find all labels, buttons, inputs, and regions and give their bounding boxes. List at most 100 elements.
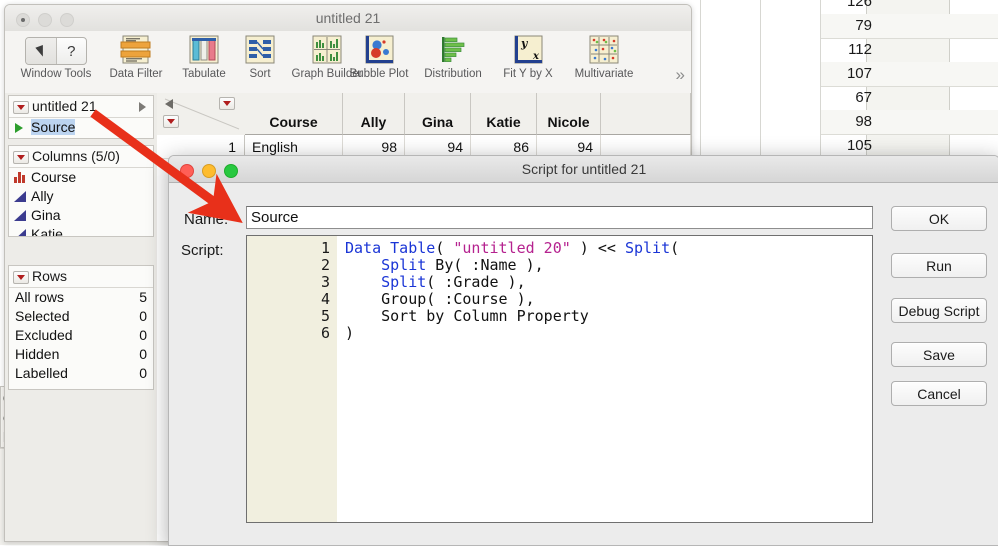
grid-column-header[interactable]: Katie: [471, 93, 537, 135]
rows-item-selected[interactable]: Selected 0: [9, 307, 153, 326]
nominal-column-icon: [14, 172, 26, 183]
main-window-titlebar[interactable]: untitled 21: [5, 5, 691, 32]
line-number: 2: [320, 256, 330, 274]
bubble-plot-icon[interactable]: [362, 35, 396, 65]
columns-panel-header[interactable]: Columns (5/0): [9, 146, 153, 168]
rows-item-labelled[interactable]: Labelled 0: [9, 364, 153, 383]
toolbar-item-distribution[interactable]: Distribution: [415, 35, 491, 80]
rows-red-triangle-icon[interactable]: [163, 115, 179, 128]
dialog-titlebar[interactable]: Script for untitled 21: [169, 156, 998, 183]
toolbar-label-sort: Sort: [249, 68, 271, 80]
grid-column-header[interactable]: Ally: [343, 93, 405, 135]
background-row: 107: [820, 62, 998, 87]
line-number: 3: [320, 273, 330, 291]
run-script-icon[interactable]: [15, 123, 23, 133]
distribution-icon[interactable]: [436, 35, 470, 65]
toolbar-label-distribution: Distribution: [424, 68, 482, 80]
chevron-left-icon[interactable]: [165, 99, 173, 109]
data-filter-icon[interactable]: [119, 35, 153, 65]
toolbar-overflow-button[interactable]: »: [676, 65, 686, 85]
save-button[interactable]: Save: [891, 342, 987, 367]
rows-item-hidden[interactable]: Hidden 0: [9, 345, 153, 364]
rows-item-count: 0: [139, 346, 147, 362]
script-item-source[interactable]: Source: [9, 118, 153, 137]
script-editor[interactable]: 123456 Data Table( "untitled 20" ) << Sp…: [246, 235, 873, 523]
rows-panel-header[interactable]: Rows: [9, 266, 153, 288]
run-button[interactable]: Run: [891, 253, 987, 278]
continuous-column-icon: [14, 210, 26, 221]
rows-item-count: 0: [139, 327, 147, 343]
grid-column-header[interactable]: Gina: [405, 93, 471, 135]
grid-corner-cell[interactable]: [157, 93, 246, 136]
multivariate-icon[interactable]: [587, 35, 621, 65]
toolbar-label-bubble-plot: Bubble Plot: [349, 68, 409, 80]
background-row: 112: [820, 38, 998, 63]
code-line[interactable]: ): [345, 325, 354, 342]
red-triangle-menu-icon[interactable]: [13, 271, 29, 284]
column-item-gina[interactable]: Gina: [9, 206, 153, 225]
rows-item-count: 0: [139, 308, 147, 324]
column-label: Katie: [31, 226, 63, 237]
table-sidebar: untitled 21 Source Columns (5/0) Course: [5, 93, 157, 541]
sort-icon[interactable]: [243, 35, 277, 65]
toolbar-item-sort[interactable]: Sort: [237, 35, 283, 80]
columns-red-triangle-icon[interactable]: [219, 97, 235, 110]
red-triangle-menu-icon[interactable]: [13, 101, 29, 114]
column-label: Ally: [31, 188, 54, 204]
main-toolbar: ? Window Tools Data Filter Tabulate Sort…: [5, 31, 691, 94]
main-window-title: untitled 21: [315, 10, 381, 26]
toolbar-label-fit-y-by-x: Fit Y by X: [503, 68, 553, 80]
debug-script-button[interactable]: Debug Script: [891, 298, 987, 323]
arrow-cursor-icon[interactable]: [26, 38, 57, 64]
background-row: 98: [820, 110, 998, 135]
rows-item-count: 5: [139, 289, 147, 305]
toolbar-item-fit-y-by-x[interactable]: y x Fit Y by X: [491, 35, 565, 80]
line-number-gutter: 123456: [247, 236, 337, 522]
table-panel: untitled 21 Source: [8, 95, 154, 139]
continuous-column-icon: [14, 229, 26, 236]
table-panel-header[interactable]: untitled 21: [9, 96, 153, 118]
code-line[interactable]: Data Table( "untitled 20" ) << Split(: [345, 240, 679, 257]
toolbar-item-bubble-plot[interactable]: Bubble Plot: [343, 35, 415, 80]
script-item-label: Source: [31, 119, 76, 135]
column-item-ally[interactable]: Ally: [9, 187, 153, 206]
background-cell-value: 126: [846, 0, 872, 10]
code-line[interactable]: Sort by Column Property: [345, 308, 589, 325]
cancel-button[interactable]: Cancel: [891, 381, 987, 406]
question-mark-icon[interactable]: ?: [57, 38, 87, 64]
line-number: 1: [320, 239, 330, 257]
background-row: 126: [820, 0, 998, 15]
toolbar-item-data-filter[interactable]: Data Filter: [101, 35, 171, 80]
line-number: 5: [320, 307, 330, 325]
script-dialog[interactable]: Script for untitled 21 Name: Source Scri…: [168, 155, 998, 546]
toolbar-item-window-tools[interactable]: ? Window Tools: [13, 35, 99, 80]
column-item-katie[interactable]: Katie: [9, 225, 153, 237]
background-row: 79: [820, 14, 998, 39]
graph-builder-icon[interactable]: [310, 35, 344, 65]
red-triangle-menu-icon[interactable]: [13, 151, 29, 164]
background-cell-value: 107: [846, 65, 872, 82]
toolbar-label-data-filter: Data Filter: [109, 68, 163, 80]
chevron-right-icon[interactable]: [139, 102, 146, 112]
fit-y-by-x-icon[interactable]: y x: [511, 35, 545, 65]
background-cell-value: 67: [855, 89, 872, 106]
column-item-course[interactable]: Course: [9, 168, 153, 187]
rows-item-excluded[interactable]: Excluded 0: [9, 326, 153, 345]
toolbar-item-multivariate[interactable]: Multivariate: [563, 35, 645, 80]
name-input[interactable]: Source: [246, 206, 873, 229]
ok-button[interactable]: OK: [891, 206, 987, 231]
grid-column-header[interactable]: Nicole: [537, 93, 601, 135]
dialog-title: Script for untitled 21: [521, 161, 647, 177]
toolbar-item-tabulate[interactable]: Tabulate: [173, 35, 235, 80]
window-tools-segmented-control[interactable]: ?: [25, 37, 87, 65]
toolbar-label-multivariate: Multivariate: [574, 68, 634, 80]
rows-item-label: Excluded: [15, 327, 73, 343]
rows-item-all-rows[interactable]: All rows 5: [9, 288, 153, 307]
code-line[interactable]: Group( :Course ),: [345, 291, 535, 308]
background-row: 67: [820, 86, 998, 111]
toolbar-label-tabulate: Tabulate: [182, 68, 226, 80]
code-line[interactable]: Split( :Grade ),: [345, 274, 526, 291]
code-line[interactable]: Split By( :Name ),: [345, 257, 544, 274]
tabulate-icon[interactable]: [187, 35, 221, 65]
grid-column-header[interactable]: Course: [245, 93, 343, 135]
